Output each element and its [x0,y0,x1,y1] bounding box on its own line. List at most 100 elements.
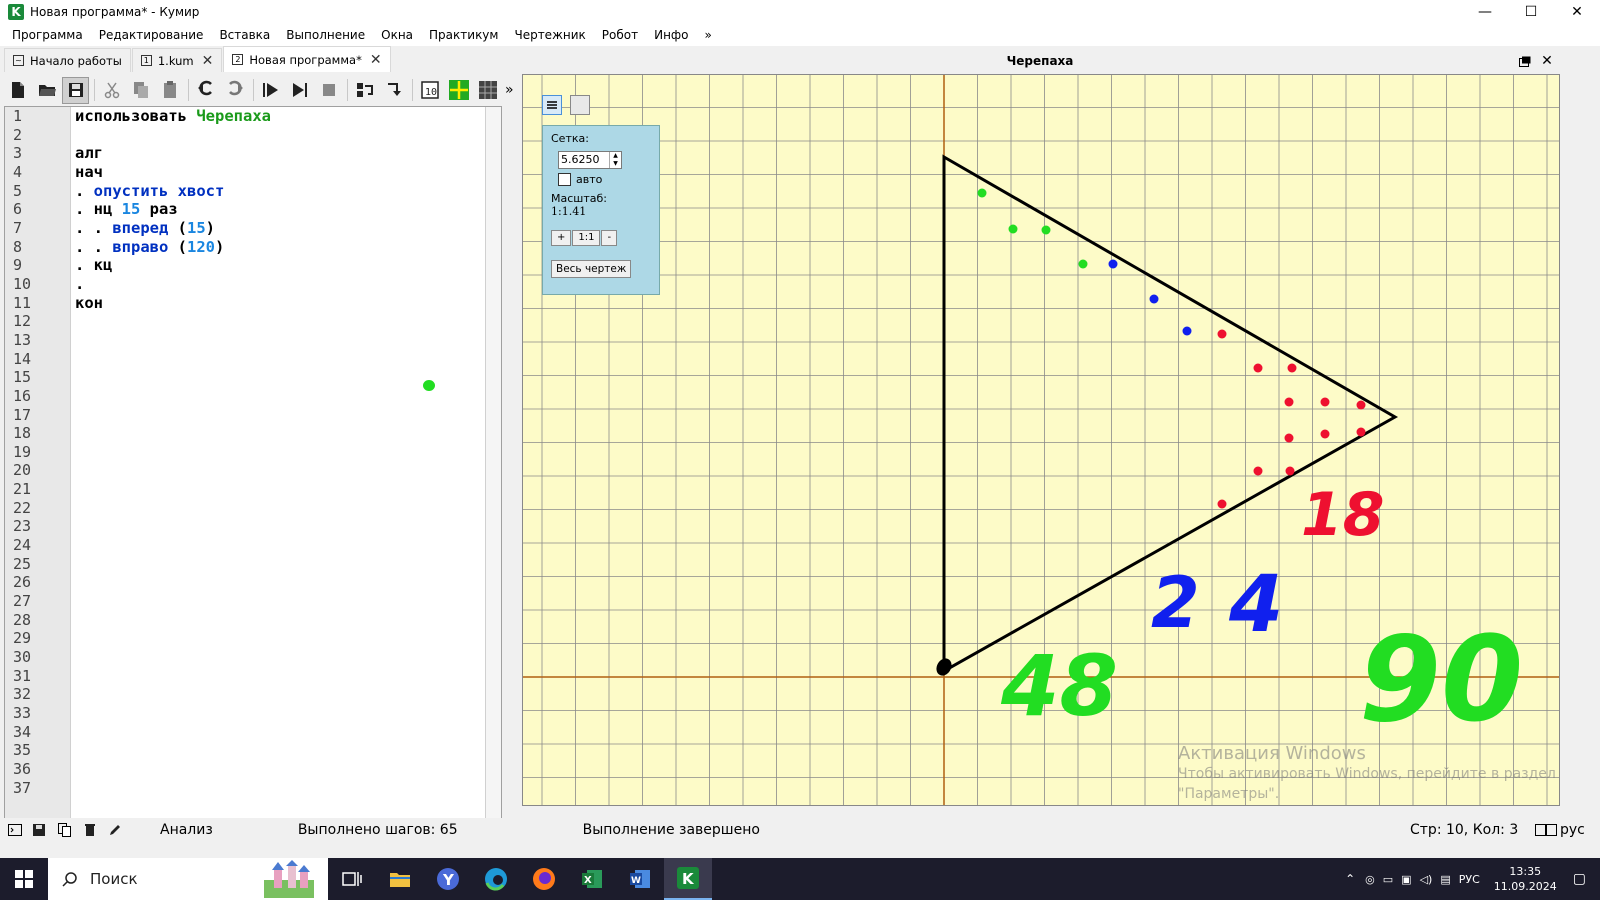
undock-button[interactable] [1514,52,1536,70]
line-number: 20 [13,461,32,480]
handwritten-18: 18 [1301,480,1385,550]
code-line[interactable]: кон [75,294,481,313]
code-editor[interactable]: 1 2 3 4 5 6 7 8 9 10 11 12 13 14 15 16 17 18 19 20 21 22 23 24 2… [4,106,502,842]
network-icon[interactable]: ▭ [1383,873,1393,886]
tray-chevron-icon[interactable]: ⌃ [1345,872,1355,886]
menu-robot[interactable]: Робот [594,28,646,42]
volume-icon[interactable]: ◁) [1420,873,1433,886]
zoom-out-button[interactable]: - [601,230,618,246]
paste-button[interactable] [156,77,183,104]
save-output-icon[interactable] [30,821,50,839]
spin-arrows-icon[interactable]: ▲ ▼ [609,152,621,168]
close-turtle-button[interactable]: ✕ [1536,52,1558,70]
menu-run[interactable]: Выполнение [278,28,373,42]
battery-icon[interactable]: ▣ [1401,873,1411,886]
tab-1-kum[interactable]: 1 1.kum ✕ [131,48,223,72]
yandex-browser-button[interactable]: Y [424,858,472,900]
table-button[interactable] [474,77,501,104]
fit-all-button[interactable]: Весь чертеж [551,260,632,278]
code-line[interactable]: нач [75,163,481,182]
stop-button[interactable] [315,77,342,104]
tab-label: 1.kum [157,53,194,68]
code-line[interactable]: . [75,275,481,294]
start-button[interactable] [0,858,48,900]
code-line[interactable]: . кц [75,256,481,275]
menu-practicum[interactable]: Практикум [421,28,506,42]
explorer-button[interactable] [376,858,424,900]
camera-icon[interactable]: ◎ [1365,873,1375,886]
step-over-icon [356,83,373,97]
menu-info[interactable]: Инфо [646,28,696,42]
code-line[interactable]: . . вперед (15) [75,219,481,238]
excel-button[interactable]: X [568,858,616,900]
run-button[interactable] [257,77,284,104]
code-line[interactable]: . нц 15 раз [75,200,481,219]
open-file-button[interactable] [33,77,60,104]
tab-new-program[interactable]: 2 Новая программа* ✕ [223,46,391,72]
firefox-button[interactable] [520,858,568,900]
zoom-in-button[interactable]: + [551,230,572,246]
toolbar-separator [253,79,254,101]
console-icon[interactable] [5,821,25,839]
turtle-window-button[interactable] [445,77,472,104]
code-line[interactable] [75,126,481,145]
close-window-button[interactable]: ✕ [1554,0,1600,24]
grid-settings-panel: Сетка: 5.6250 ▲ ▼ авто Масштаб: 1:1.41 + … [542,125,660,295]
copy-button[interactable] [127,77,154,104]
marker-dot [1182,326,1192,336]
undo-button[interactable] [192,77,219,104]
keyboard-icon[interactable]: ▤ [1440,873,1450,886]
marker-dot [1108,259,1118,269]
cut-button[interactable] [98,77,125,104]
code-line[interactable]: . опустить хвост [75,182,481,201]
tray-language[interactable]: РУС [1459,873,1480,886]
step-into-button[interactable] [380,77,407,104]
editor-scrollbar[interactable] [485,107,501,841]
run-step-button[interactable] [286,77,313,104]
copy-output-icon[interactable] [55,821,75,839]
menu-program[interactable]: Программа [4,28,91,42]
close-tab-icon[interactable]: ✕ [370,52,382,68]
tab-start[interactable]: ~ Начало работы [4,48,131,72]
edge-button[interactable] [472,858,520,900]
folder-icon [390,873,410,887]
redo-button[interactable] [221,77,248,104]
grid-step-input[interactable]: 5.6250 ▲ ▼ [558,151,622,169]
pencil-icon[interactable] [105,821,125,839]
new-file-button[interactable] [4,77,31,104]
turtle-canvas[interactable]: 18 2 4 48 90 Сетка: 5.6250 ▲ ▼ авто Масштаб: … [522,74,1560,806]
menu-overflow[interactable]: » [697,28,720,42]
menu-edit[interactable]: Редактирование [91,28,212,42]
menu-drawer[interactable]: Чертежник [506,28,593,42]
task-view-button[interactable] [328,858,376,900]
code-line[interactable]: алг [75,144,481,163]
auto-checkbox[interactable] [558,173,571,186]
save-button[interactable] [62,76,89,104]
toolbar-separator [347,79,348,101]
blank-panel-icon[interactable] [570,95,590,115]
taskbar-search[interactable]: Поиск [48,858,328,900]
code-line[interactable]: использовать Черепаха [75,107,481,126]
menu-windows[interactable]: Окна [373,28,421,42]
minimize-button[interactable]: — [1462,0,1508,24]
line-number: 14 [13,349,32,368]
line-number: 16 [13,386,32,405]
code-area[interactable]: использовать Черепаха алг нач. опустить хв… [75,107,481,312]
kumir-taskbar-button[interactable]: K [664,858,712,900]
clear-output-icon[interactable] [80,821,100,839]
close-tab-icon[interactable]: ✕ [202,53,214,69]
menu-insert[interactable]: Вставка [211,28,278,42]
toolbar-overflow-button[interactable]: » [505,82,514,98]
menu-lines-icon[interactable] [542,95,562,115]
word-button[interactable]: W [616,858,664,900]
code-line[interactable]: . . вправо (120) [75,238,481,257]
grid-green-icon [448,80,469,100]
counter-icon: 10 [420,81,439,99]
counter-button[interactable]: 10 [416,77,443,104]
maximize-button[interactable]: ☐ [1508,0,1554,24]
zoom-reset-button[interactable]: 1:1 [572,230,601,246]
marker-dot [977,188,987,198]
notifications-icon[interactable]: ▢ [1573,871,1586,887]
step-over-button[interactable] [351,77,378,104]
clock[interactable]: 13:35 11.09.2024 [1494,864,1557,894]
